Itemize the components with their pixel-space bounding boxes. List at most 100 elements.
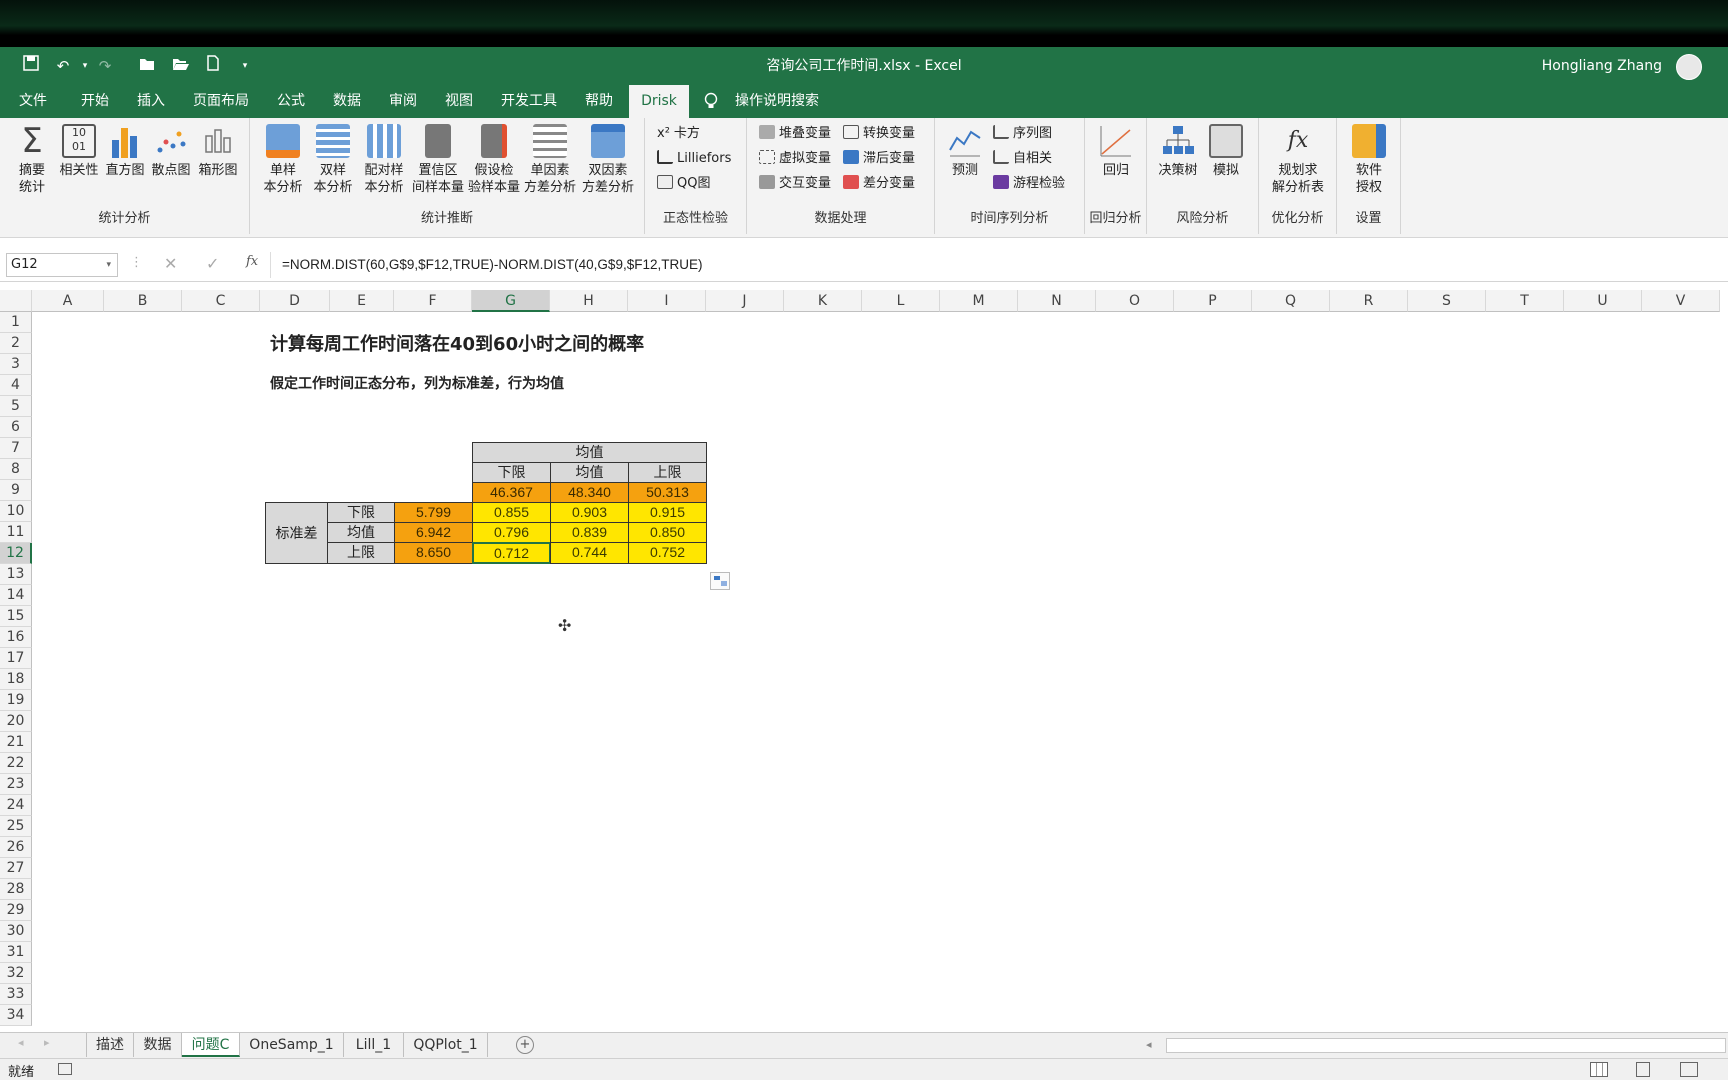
sd-value-cell[interactable]: 6.942	[394, 522, 473, 543]
enter-icon[interactable]: ✓	[206, 254, 219, 273]
simulation-button[interactable]: 模拟	[1203, 124, 1249, 179]
prob-cell[interactable]: 0.850	[628, 522, 707, 543]
runs-test-button[interactable]: 游程检验	[993, 174, 1065, 194]
row-header[interactable]: 20	[0, 711, 32, 732]
tab-drisk[interactable]: Drisk	[629, 85, 689, 118]
license-button[interactable]: 软件 授权	[1345, 124, 1393, 196]
user-name[interactable]: Hongliang Zhang	[1542, 47, 1662, 85]
column-header[interactable]: J	[706, 290, 784, 312]
column-header[interactable]: E	[330, 290, 394, 312]
column-header[interactable]: H	[550, 290, 628, 312]
formula-input[interactable]: =NORM.DIST(60,G$9,$F12,TRUE)-NORM.DIST(4…	[282, 248, 702, 282]
row-header[interactable]: 18	[0, 669, 32, 690]
mean-value-cell[interactable]: 50.313	[628, 482, 707, 503]
row-header[interactable]: 2	[0, 333, 32, 354]
sd-value-cell[interactable]: 8.650	[394, 542, 473, 564]
column-header[interactable]: G	[472, 290, 550, 312]
add-sheet-icon[interactable]: +	[516, 1036, 534, 1054]
column-header[interactable]: S	[1408, 290, 1486, 312]
sheet-subtitle[interactable]: 假定工作时间正态分布，列为标准差，行为均值	[270, 373, 564, 393]
chi-square-button[interactable]: x² 卡方	[657, 124, 700, 144]
column-header[interactable]: Q	[1252, 290, 1330, 312]
boxplot-button[interactable]: 箱形图	[194, 124, 242, 179]
cancel-icon[interactable]: ✕	[164, 254, 177, 273]
row-header[interactable]: 33	[0, 984, 32, 1005]
quick-analysis-icon[interactable]	[710, 572, 730, 590]
sheet-tab-describe[interactable]: 描述	[86, 1033, 134, 1057]
sheet-title[interactable]: 计算每周工作时间落在40到60小时之间的概率	[270, 330, 644, 356]
prob-cell[interactable]: 0.915	[628, 502, 707, 523]
horizontal-scrollbar[interactable]	[1166, 1038, 1726, 1053]
row-header[interactable]: 31	[0, 942, 32, 963]
col-label-upper[interactable]: 上限	[628, 462, 707, 483]
column-header[interactable]: N	[1018, 290, 1096, 312]
row-label-lower[interactable]: 下限	[327, 502, 395, 523]
sd-header-cell[interactable]: 标准差	[265, 502, 328, 564]
row-header[interactable]: 7	[0, 438, 32, 459]
ci-sample-size-button[interactable]: 置信区 间样本量	[410, 124, 466, 196]
diff-variable-button[interactable]: 差分变量	[843, 174, 915, 194]
row-header[interactable]: 17	[0, 648, 32, 669]
normal-view-icon[interactable]	[1590, 1062, 1608, 1077]
decision-tree-button[interactable]: 决策树	[1155, 124, 1201, 179]
row-header[interactable]: 21	[0, 732, 32, 753]
sd-value-cell[interactable]: 5.799	[394, 502, 473, 523]
row-header[interactable]: 11	[0, 522, 32, 543]
column-header[interactable]: R	[1330, 290, 1408, 312]
lag-variable-button[interactable]: 滞后变量	[843, 149, 915, 169]
tab-review[interactable]: 审阅	[378, 85, 428, 118]
row-header[interactable]: 13	[0, 564, 32, 585]
regression-button[interactable]: 回归	[1093, 124, 1139, 179]
row-header[interactable]: 19	[0, 690, 32, 711]
row-header[interactable]: 6	[0, 417, 32, 438]
prob-cell[interactable]: 0.855	[472, 502, 551, 523]
qq-plot-button[interactable]: QQ图	[657, 174, 710, 194]
row-label-mean[interactable]: 均值	[327, 522, 395, 543]
tab-data[interactable]: 数据	[322, 85, 372, 118]
prob-cell[interactable]: 0.796	[472, 522, 551, 543]
sequence-plot-button[interactable]: 序列图	[993, 124, 1052, 144]
one-sample-button[interactable]: 单样 本分析	[258, 124, 308, 196]
solver-report-button[interactable]: fx 规划求 解分析表	[1265, 124, 1331, 196]
scroll-right-icon[interactable]: ▸	[44, 1036, 50, 1049]
transform-variable-button[interactable]: 转换变量	[843, 124, 915, 144]
avatar[interactable]	[1676, 54, 1702, 80]
macro-record-icon[interactable]	[58, 1063, 72, 1075]
prob-cell[interactable]: 0.744	[550, 542, 629, 564]
scroll-left-icon[interactable]: ◂	[18, 1036, 24, 1049]
prob-cell[interactable]: 0.839	[550, 522, 629, 543]
insert-function-icon[interactable]: fx	[246, 254, 258, 269]
summary-stats-button[interactable]: Σ 摘要 统计	[8, 124, 56, 196]
tab-developer[interactable]: 开发工具	[494, 85, 564, 118]
sheet-tab-qqplot[interactable]: QQPlot_1	[404, 1033, 488, 1057]
tab-file[interactable]: 文件	[10, 85, 56, 118]
row-header[interactable]: 24	[0, 795, 32, 816]
histogram-button[interactable]: 直方图	[102, 124, 148, 179]
tab-view[interactable]: 视图	[434, 85, 484, 118]
row-header[interactable]: 34	[0, 1005, 32, 1026]
one-way-anova-button[interactable]: 单因素 方差分析	[522, 124, 578, 196]
col-label-mean[interactable]: 均值	[550, 462, 629, 483]
tab-home[interactable]: 开始	[70, 85, 120, 118]
tab-page-layout[interactable]: 页面布局	[186, 85, 256, 118]
lightbulb-icon[interactable]	[700, 85, 722, 118]
row-header[interactable]: 27	[0, 858, 32, 879]
worksheet-grid[interactable]: ABCDEFGHIJKLMNOPQRSTUV 1 2 3 4 5 6 7 8 9 10 11 12 13…	[0, 290, 1728, 1032]
row-header[interactable]: 29	[0, 900, 32, 921]
row-label-upper[interactable]: 上限	[327, 542, 395, 564]
column-header[interactable]: P	[1174, 290, 1252, 312]
column-header[interactable]: V	[1642, 290, 1720, 312]
page-break-view-icon[interactable]	[1680, 1062, 1698, 1077]
name-box[interactable]: G12 ▾	[6, 253, 118, 277]
interaction-variable-button[interactable]: 交互变量	[759, 174, 831, 194]
row-header[interactable]: 30	[0, 921, 32, 942]
tab-help[interactable]: 帮助	[574, 85, 624, 118]
tab-formulas[interactable]: 公式	[266, 85, 316, 118]
sheet-tab-question-c[interactable]: 问题C	[182, 1033, 240, 1057]
page-layout-view-icon[interactable]	[1636, 1062, 1650, 1077]
row-header[interactable]: 16	[0, 627, 32, 648]
row-header[interactable]: 15	[0, 606, 32, 627]
row-header[interactable]: 4	[0, 375, 32, 396]
row-header[interactable]: 10	[0, 501, 32, 522]
mean-header-cell[interactable]: 均值	[472, 442, 707, 463]
